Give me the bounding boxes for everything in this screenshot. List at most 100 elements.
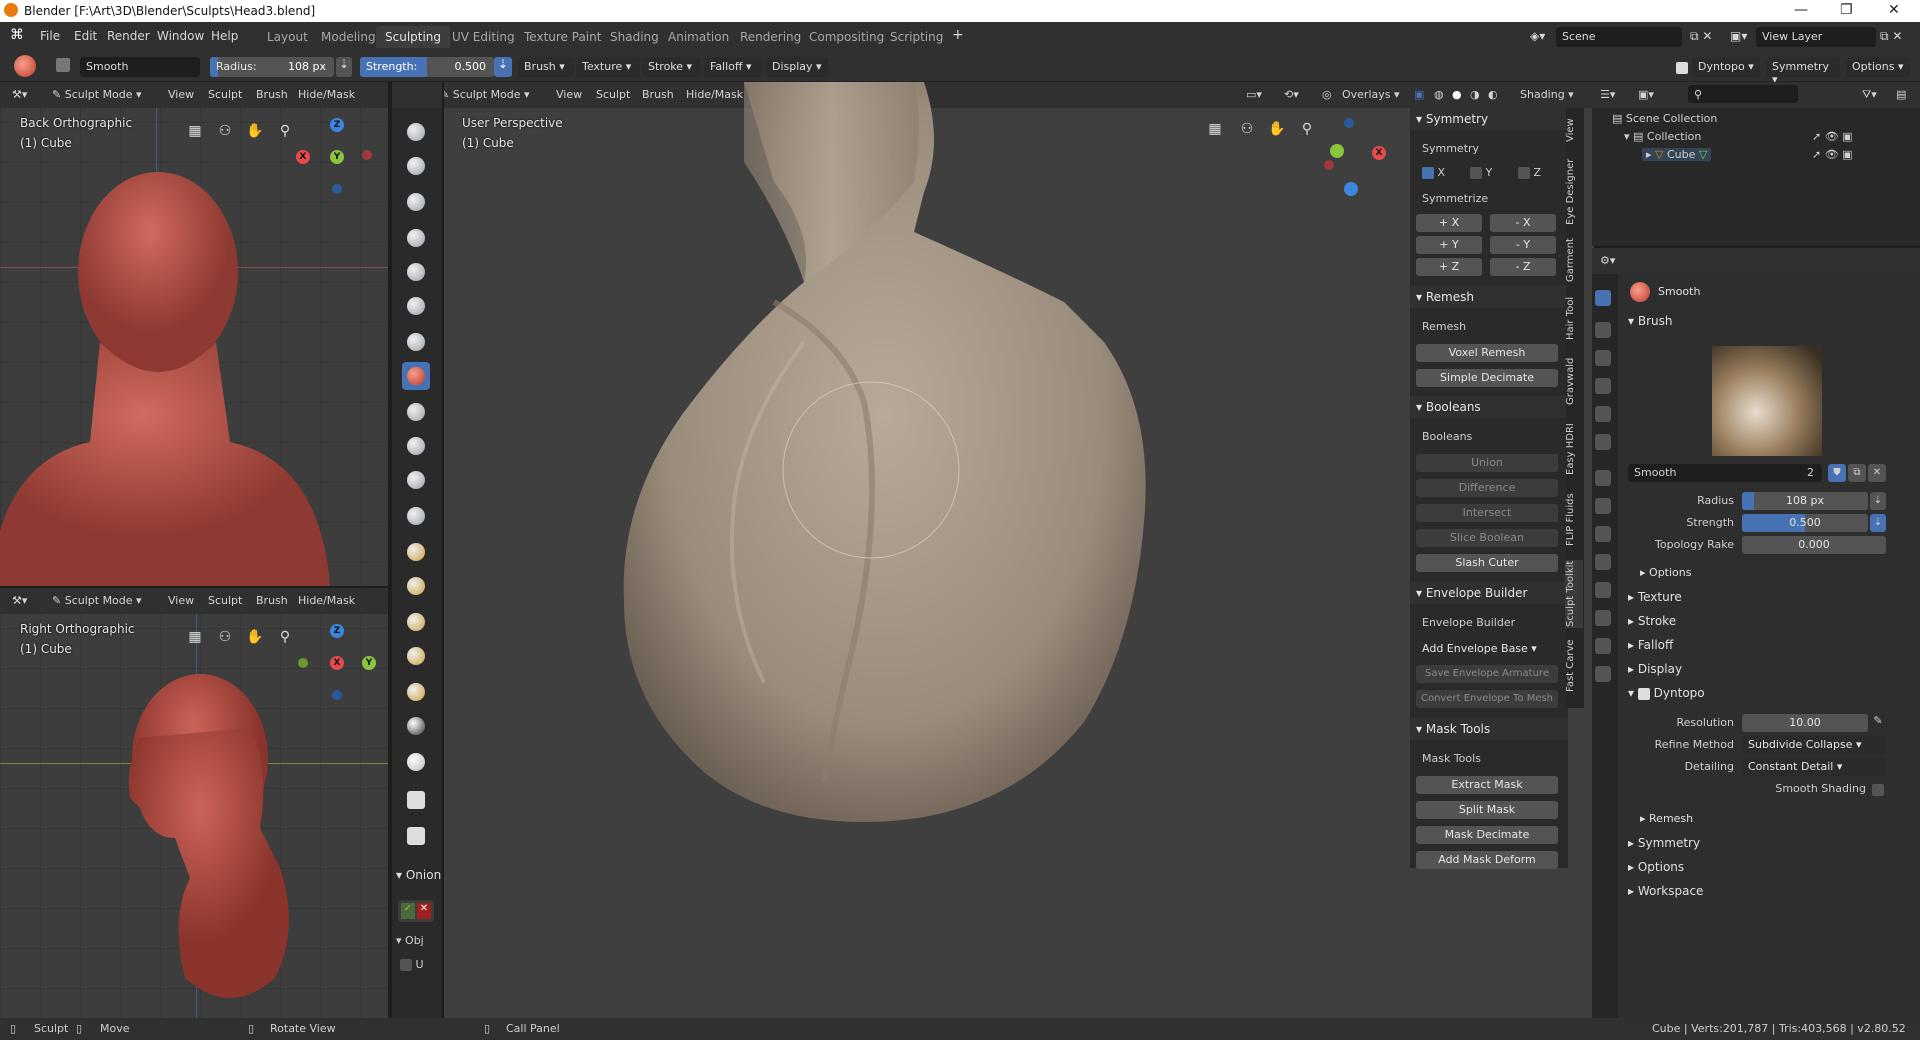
display-menu[interactable]: Display ▾ bbox=[766, 57, 828, 77]
outliner-editor-icon[interactable]: ☰▾ bbox=[1600, 88, 1615, 101]
options-subpanel[interactable]: ▸ Options bbox=[1640, 566, 1691, 579]
editor-type-icon[interactable]: ⚒▾ bbox=[12, 594, 27, 607]
view-layer-icon[interactable]: ▣▾ bbox=[1730, 29, 1747, 43]
rotate-tool[interactable] bbox=[402, 678, 430, 706]
camera-icon[interactable]: ⚇ bbox=[1236, 118, 1258, 140]
union-button[interactable]: Union bbox=[1416, 454, 1558, 472]
stroke-menu[interactable]: Stroke ▾ bbox=[642, 57, 700, 77]
cube-visibility-icons[interactable]: ➚ 👁 ▣ bbox=[1812, 148, 1853, 161]
camera-icon[interactable]: ⚇ bbox=[214, 626, 236, 648]
dyntopo-section[interactable]: ▾ Dyntopo bbox=[1628, 686, 1705, 700]
gizmo-y-axis[interactable] bbox=[1330, 144, 1344, 158]
tab-modeling[interactable]: Modeling bbox=[312, 26, 385, 48]
blob-tool[interactable] bbox=[402, 328, 430, 356]
symmetrize-plus-z[interactable]: + Z bbox=[1416, 258, 1482, 276]
zoom-icon[interactable]: ⚲ bbox=[274, 626, 296, 648]
brush-datablock-field[interactable]: Smooth 2 bbox=[1628, 464, 1822, 482]
tab-easy-hdri[interactable]: Easy HDRI bbox=[1565, 418, 1583, 480]
simplify-tool[interactable] bbox=[402, 748, 430, 776]
gizmo-x-axis[interactable]: X bbox=[1372, 146, 1386, 160]
booleans-panel-header[interactable]: ▾ Booleans bbox=[1410, 396, 1568, 418]
tab-flip-fluids[interactable]: FLIP Fluids bbox=[1565, 488, 1583, 552]
radius-slider[interactable]: Radius: 108 px bbox=[210, 57, 334, 77]
constraints-icon[interactable] bbox=[1595, 666, 1611, 682]
grab-tool[interactable] bbox=[402, 538, 430, 566]
brush-preview-icon[interactable] bbox=[14, 55, 36, 77]
dyntopo-menu[interactable]: Dyntopo ▾ bbox=[1692, 57, 1760, 77]
symmetry-panel-header[interactable]: ▾ Symmetry bbox=[1410, 108, 1568, 130]
grid-toggle-icon[interactable]: ▦ bbox=[184, 120, 206, 142]
box-mask-tool[interactable] bbox=[402, 822, 430, 850]
menu-file[interactable]: File bbox=[40, 29, 60, 43]
add-mask-deform-button[interactable]: Add Mask Deform bbox=[1416, 851, 1558, 869]
collection-item[interactable]: ▾ ▤ Collection bbox=[1624, 130, 1701, 143]
new-view-layer-icon[interactable]: ⧉ ✕ bbox=[1880, 29, 1902, 44]
workspace-section[interactable]: ▸ Workspace bbox=[1628, 884, 1703, 898]
mask-tool[interactable] bbox=[402, 712, 430, 740]
gizmo-z-axis[interactable] bbox=[1344, 182, 1358, 196]
inflate-tool[interactable] bbox=[402, 292, 430, 320]
flatten-tool[interactable] bbox=[402, 398, 430, 426]
tab-gravwald[interactable]: Gravwald bbox=[1565, 352, 1583, 410]
brush-browse-icon[interactable] bbox=[56, 58, 70, 72]
strength-pressure-icon[interactable]: ⇣ bbox=[494, 57, 512, 77]
view-layer-props-icon[interactable] bbox=[1595, 378, 1611, 394]
duplicate-brush-icon[interactable]: ⧉ bbox=[1848, 464, 1866, 482]
intersect-button[interactable]: Intersect bbox=[1416, 504, 1558, 522]
menu-help[interactable]: Help bbox=[211, 29, 238, 43]
thumb-tool[interactable] bbox=[402, 608, 430, 636]
back-ortho-viewport[interactable]: ⚒▾ ✎ Sculpt Mode ▾ View Sculpt Brush Hid… bbox=[0, 82, 388, 586]
hide-mask-menu[interactable]: Hide/Mask bbox=[298, 88, 355, 101]
view-layer-field[interactable]: View Layer bbox=[1756, 27, 1876, 47]
symmetrize-minus-z[interactable]: - Z bbox=[1490, 258, 1556, 276]
onion-add-icon[interactable]: ✓ bbox=[401, 903, 415, 919]
wrench-icon[interactable] bbox=[1595, 526, 1611, 542]
sculpt-mode-dropdown[interactable]: ✎ Sculpt Mode ▾ bbox=[52, 594, 142, 607]
outliner-search-input[interactable]: ⚲ bbox=[1688, 85, 1798, 103]
symmetry-y-checkbox[interactable]: Y bbox=[1470, 166, 1492, 179]
texture-props-icon[interactable] bbox=[1595, 610, 1611, 626]
onion-panel-header[interactable]: ▾ Onion bbox=[396, 868, 441, 882]
tab-texture-paint[interactable]: Texture Paint bbox=[515, 26, 610, 48]
brush-texture-preview[interactable] bbox=[1712, 346, 1822, 456]
snake-hook-tool[interactable] bbox=[402, 572, 430, 600]
blender-menu-icon[interactable]: ⌘ bbox=[10, 27, 24, 43]
slash-cuter-button[interactable]: Slash Cuter bbox=[1416, 554, 1558, 572]
envelope-panel-header[interactable]: ▾ Envelope Builder bbox=[1410, 582, 1568, 604]
scrape-tool[interactable] bbox=[402, 466, 430, 494]
unlink-brush-icon[interactable]: ✕ bbox=[1868, 464, 1886, 482]
nudge-tool[interactable] bbox=[402, 642, 430, 670]
tab-sculpting[interactable]: Sculpting bbox=[376, 26, 451, 48]
remesh-panel-header[interactable]: ▾ Remesh bbox=[1410, 286, 1568, 308]
detailing-dropdown[interactable]: Constant Detail ▾ bbox=[1742, 758, 1886, 776]
pan-hand-icon[interactable]: ✋ bbox=[1266, 118, 1288, 140]
display-section[interactable]: ▸ Display bbox=[1628, 662, 1682, 676]
object-props-icon[interactable] bbox=[1595, 470, 1611, 486]
filter-icon[interactable]: ⛛▾ bbox=[1862, 88, 1877, 102]
falloff-section[interactable]: ▸ Falloff bbox=[1628, 638, 1673, 652]
voxel-remesh-button[interactable]: Voxel Remesh bbox=[1416, 344, 1558, 362]
stroke-section[interactable]: ▸ Stroke bbox=[1628, 614, 1676, 628]
eyedropper-icon[interactable]: ✎ bbox=[1870, 714, 1886, 732]
slice-boolean-button[interactable]: Slice Boolean bbox=[1416, 529, 1558, 547]
radius-pressure-icon[interactable]: ⇣ bbox=[1870, 492, 1886, 510]
refine-method-dropdown[interactable]: Subdivide Collapse ▾ bbox=[1742, 736, 1886, 754]
strength-slider[interactable]: Strength: 0.500 bbox=[360, 57, 494, 77]
tab-garment[interactable]: Garment bbox=[1565, 236, 1583, 284]
maximize-icon[interactable]: ❐ bbox=[1840, 2, 1853, 18]
tab-layout[interactable]: Layout bbox=[258, 26, 317, 48]
convert-envelope-button[interactable]: Convert Envelope To Mesh bbox=[1416, 690, 1558, 708]
mask-decimate-button[interactable]: Mask Decimate bbox=[1416, 826, 1558, 844]
gizmo-z-axis[interactable]: Z bbox=[330, 624, 344, 638]
brush-name-field[interactable]: Smooth bbox=[80, 57, 200, 77]
symmetry-section[interactable]: ▸ Symmetry bbox=[1628, 836, 1700, 850]
gizmo-z-axis[interactable]: Z bbox=[330, 118, 344, 132]
zoom-icon[interactable]: ⚲ bbox=[274, 120, 296, 142]
obj-panel-header[interactable]: ▾ Obj bbox=[396, 934, 424, 947]
texture-menu[interactable]: Texture ▾ bbox=[576, 57, 640, 77]
remesh-subpanel[interactable]: ▸ Remesh bbox=[1640, 812, 1693, 825]
box-hide-tool[interactable] bbox=[402, 786, 430, 814]
tab-uv-editing[interactable]: UV Editing bbox=[443, 26, 524, 48]
extract-mask-button[interactable]: Extract Mask bbox=[1416, 776, 1558, 794]
sculpt-mode-dropdown[interactable]: ✎ Sculpt Mode ▾ bbox=[52, 88, 142, 101]
